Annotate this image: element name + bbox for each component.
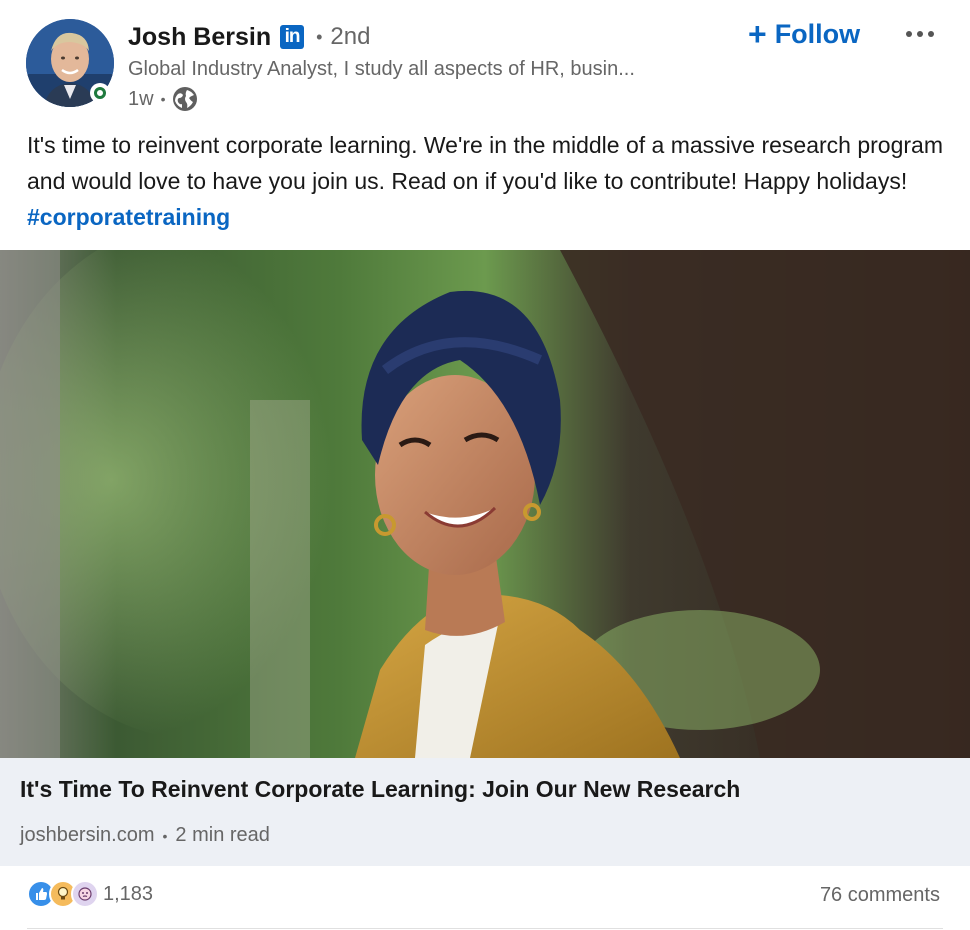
author-name[interactable]: Josh Bersin xyxy=(128,23,271,52)
article-image[interactable] xyxy=(0,250,970,758)
linkedin-badge-icon: in xyxy=(280,25,305,49)
author-headline: Global Industry Analyst, I study all asp… xyxy=(128,58,635,80)
author-line: Josh Bersin in • 2nd xyxy=(128,20,370,54)
separator-dot: • xyxy=(160,91,166,107)
article-meta: joshbersin.com • 2 min read xyxy=(20,824,270,847)
plus-icon: + xyxy=(748,16,767,52)
presence-indicator xyxy=(90,83,110,103)
social-counts: 1,183 76 comments xyxy=(0,872,970,920)
separator-dot: • xyxy=(316,26,323,47)
follow-button[interactable]: + Follow xyxy=(748,16,860,52)
post-time: 1w xyxy=(128,87,154,110)
article-read-time: 2 min read xyxy=(175,824,270,846)
ellipsis-icon xyxy=(906,31,912,37)
article-title: It's Time To Reinvent Corporate Learning… xyxy=(20,776,741,802)
post-meta: 1w • xyxy=(128,86,198,112)
feed-post: Josh Bersin in • 2nd Global Industry Ana… xyxy=(0,0,970,930)
reaction-count: 1,183 xyxy=(103,882,154,905)
curious-icon xyxy=(71,880,99,908)
comments-count-link[interactable]: 76 comments xyxy=(820,884,940,907)
article-link-card[interactable]: It's Time To Reinvent Corporate Learning… xyxy=(0,758,970,866)
reactions-summary[interactable]: 1,183 xyxy=(27,880,153,908)
hashtag-link[interactable]: #corporatetraining xyxy=(27,204,230,230)
separator-dot: • xyxy=(162,827,168,844)
connection-degree: 2nd xyxy=(330,23,371,50)
more-options-button[interactable] xyxy=(896,20,944,48)
post-body: It's time to reinvent corporate learning… xyxy=(27,132,943,194)
divider xyxy=(27,928,943,929)
author-avatar[interactable] xyxy=(26,19,114,107)
follow-label: Follow xyxy=(774,18,861,49)
ellipsis-dot xyxy=(917,31,923,37)
article-source: joshbersin.com xyxy=(20,824,155,846)
globe-icon xyxy=(172,86,198,112)
ellipsis-dot xyxy=(928,31,934,37)
post-text: It's time to reinvent corporate learning… xyxy=(27,127,947,235)
